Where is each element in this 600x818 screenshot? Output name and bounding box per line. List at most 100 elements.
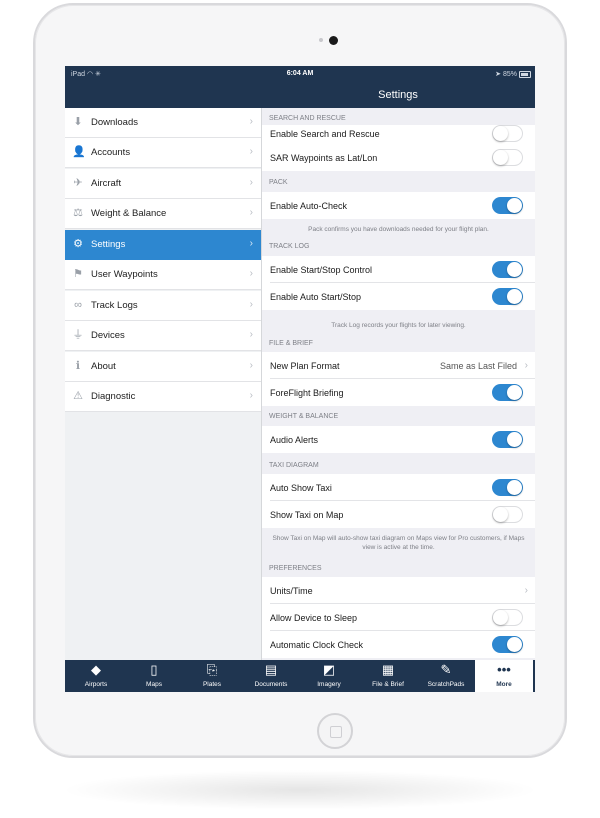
sidebar: ⬇ Downloads › 👤 Accounts › ✈ Aircraft › …	[65, 108, 262, 660]
sidebar-item-accounts[interactable]: 👤 Accounts ›	[65, 138, 261, 168]
pack-note: Pack confirms you have downloads needed …	[308, 226, 489, 233]
chevron-right-icon: ›	[249, 329, 253, 340]
chevron-right-icon: ›	[249, 299, 253, 310]
bottom-tab-bar: ◆ Airports ▯ Maps ⎘ Plates ▤ Documents ◩…	[65, 660, 535, 692]
row-show-taxi-on-map[interactable]: Show Taxi on Map	[262, 501, 535, 528]
diagnostic-icon: ⚠	[73, 390, 83, 402]
pack-auto-check-toggle[interactable]	[492, 197, 523, 214]
file-brief-icon: ▦	[381, 662, 395, 677]
sidebar-item-about[interactable]: ℹ About ›	[65, 352, 261, 382]
row-start-stop-control[interactable]: Enable Start/Stop Control	[262, 256, 535, 283]
imagery-icon: ◩	[322, 662, 336, 677]
clock-check-toggle[interactable]	[492, 636, 523, 653]
tab-plates[interactable]: ⎘ Plates	[183, 660, 241, 692]
toggle-knob	[507, 480, 522, 495]
tab-file-brief[interactable]: ▦ File & Brief	[359, 660, 417, 692]
chevron-right-icon: ›	[249, 390, 253, 401]
row-new-plan-format[interactable]: New Plan Format Same as Last Filed ›	[262, 352, 535, 379]
documents-icon: ▤	[264, 662, 278, 677]
chevron-right-icon: ›	[249, 207, 253, 218]
sidebar-item-settings[interactable]: ⚙ Settings ›	[65, 230, 261, 260]
track-icon: ∞	[74, 299, 82, 311]
row-units-time[interactable]: Units/Time ›	[262, 577, 535, 604]
top-navigation-bar: iPad ◠ ✳ 6:04 AM ➤ 85% Settings	[65, 66, 535, 108]
flag-icon: ⚑	[73, 268, 83, 280]
sidebar-item-devices[interactable]: ⏚ Devices ›	[65, 321, 261, 351]
person-icon: 👤	[72, 146, 86, 158]
sidebar-item-label: Weight & Balance	[91, 208, 167, 219]
gear-icon: ⚙	[73, 238, 83, 250]
tab-label: Imagery	[317, 681, 341, 688]
sidebar-item-diagnostic[interactable]: ⚠ Diagnostic ›	[65, 382, 261, 412]
tab-documents[interactable]: ▤ Documents	[242, 660, 300, 692]
sidebar-item-label: Accounts	[91, 147, 131, 158]
tab-imagery[interactable]: ◩ Imagery	[300, 660, 358, 692]
row-audio-alerts[interactable]: Audio Alerts	[262, 426, 535, 453]
new-plan-format-value: Same as Last Filed	[439, 361, 517, 371]
section-header-pack: PACK	[269, 179, 288, 186]
enable-sar-toggle[interactable]	[492, 125, 523, 142]
tab-maps[interactable]: ▯ Maps	[125, 660, 183, 692]
show-taxi-on-map-toggle[interactable]	[492, 506, 523, 523]
section-header-taxi: TAXI DIAGRAM	[269, 462, 319, 469]
row-allow-sleep[interactable]: Allow Device to Sleep	[262, 604, 535, 631]
row-label: Auto Show Taxi	[270, 483, 332, 493]
sidebar-item-label: Diagnostic	[91, 391, 136, 402]
settings-content[interactable]: SEARCH AND RESCUE Enable Search and Resc…	[262, 108, 535, 660]
scale-icon: ⚖	[73, 207, 83, 219]
row-label: Enable Search and Rescue	[270, 129, 380, 139]
row-foreflight-briefing[interactable]: ForeFlight Briefing	[262, 379, 535, 406]
tab-scratchpads[interactable]: ✎ ScratchPads	[417, 660, 475, 692]
row-sar-latlon[interactable]: SAR Waypoints as Lat/Lon	[262, 144, 535, 171]
row-label: Enable Auto Start/Stop	[270, 292, 362, 302]
row-label: Enable Start/Stop Control	[270, 265, 373, 275]
section-header-track-log: TRACK LOG	[269, 243, 310, 250]
toggle-knob	[507, 432, 522, 447]
sidebar-item-label: Settings	[91, 239, 126, 250]
chevron-right-icon: ›	[249, 360, 253, 371]
device-shadow	[60, 770, 540, 810]
allow-sleep-toggle[interactable]	[492, 609, 523, 626]
row-label: Show Taxi on Map	[270, 510, 344, 520]
row-clock-check[interactable]: Automatic Clock Check	[262, 631, 535, 658]
track-log-note: Track Log records your flights for later…	[331, 322, 466, 329]
tab-airports[interactable]: ◆ Airports	[67, 660, 125, 692]
audio-alerts-toggle[interactable]	[492, 431, 523, 448]
home-button[interactable]	[317, 713, 353, 749]
section-header-file-brief: FILE & BRIEF	[269, 340, 313, 347]
tab-label: ScratchPads	[427, 681, 465, 688]
auto-show-taxi-toggle[interactable]	[492, 479, 523, 496]
sidebar-item-label: User Waypoints	[91, 269, 158, 280]
plug-icon: ⏚	[72, 329, 84, 341]
section-header-sar-label: SEARCH AND RESCUE	[269, 115, 346, 122]
start-stop-toggle[interactable]	[492, 261, 523, 278]
plates-icon: ⎘	[206, 662, 218, 677]
row-pack-auto-check[interactable]: Enable Auto-Check	[262, 192, 535, 219]
auto-start-stop-toggle[interactable]	[492, 288, 523, 305]
toggle-knob	[493, 610, 508, 625]
chevron-right-icon: ›	[524, 585, 528, 596]
row-label: SAR Waypoints as Lat/Lon	[270, 153, 378, 163]
download-icon: ⬇	[73, 116, 83, 128]
sidebar-item-aircraft[interactable]: ✈ Aircraft ›	[65, 169, 261, 199]
sidebar-item-track-logs[interactable]: ∞ Track Logs ›	[65, 291, 261, 321]
sidebar-item-downloads[interactable]: ⬇ Downloads ›	[65, 108, 261, 138]
row-label: Units/Time	[270, 586, 313, 596]
front-camera	[329, 36, 338, 45]
taxi-note: Show Taxi on Map will auto-show taxi dia…	[272, 535, 525, 551]
row-auto-start-stop[interactable]: Enable Auto Start/Stop	[262, 283, 535, 310]
row-auto-show-taxi[interactable]: Auto Show Taxi	[262, 474, 535, 501]
briefing-toggle[interactable]	[492, 384, 523, 401]
chevron-right-icon: ›	[249, 116, 253, 127]
sensor	[319, 38, 323, 42]
tab-more[interactable]: ••• More	[475, 660, 533, 692]
status-time: 6:04 AM	[286, 70, 314, 77]
sar-latlon-toggle[interactable]	[492, 149, 523, 166]
tab-label: Plates	[202, 681, 222, 688]
sidebar-item-weight-balance[interactable]: ⚖ Weight & Balance ›	[65, 199, 261, 229]
row-label: ForeFlight Briefing	[270, 388, 344, 398]
sidebar-item-user-waypoints[interactable]: ⚑ User Waypoints ›	[65, 260, 261, 290]
toggle-knob	[493, 126, 508, 141]
chevron-right-icon: ›	[249, 146, 253, 157]
battery-icon	[519, 71, 531, 78]
